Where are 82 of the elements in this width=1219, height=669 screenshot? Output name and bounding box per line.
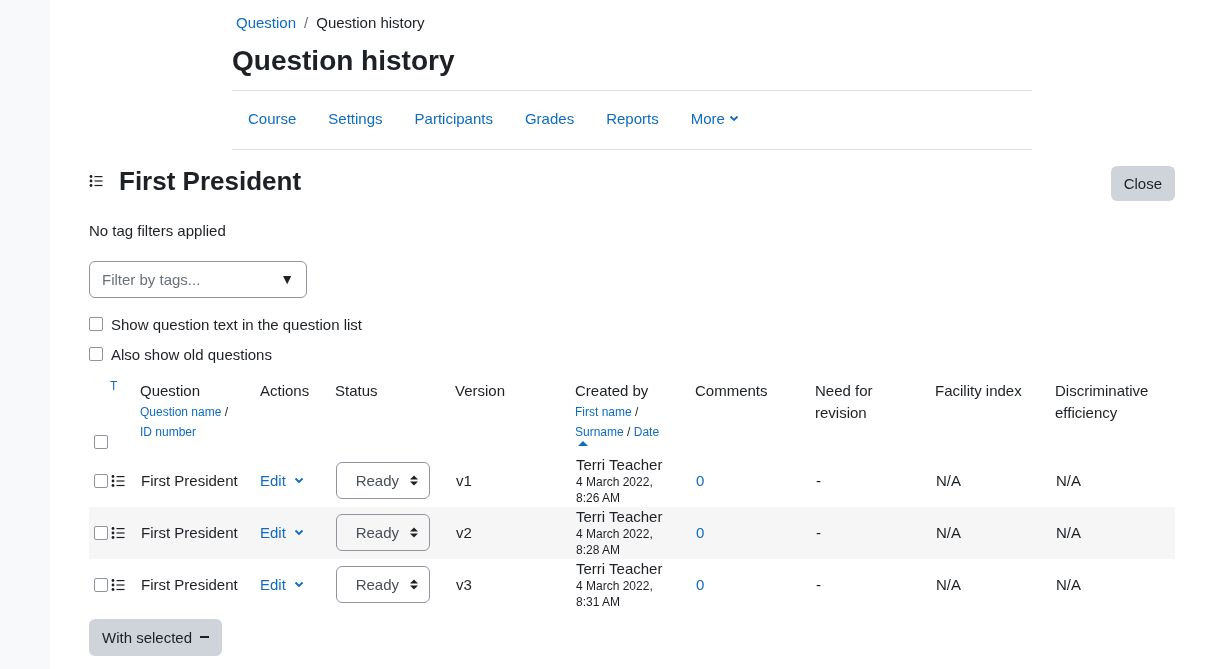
comments-link[interactable]: 0 [695, 576, 705, 594]
table-cell: N/A [1055, 472, 1081, 490]
table-cell: N/A [935, 576, 961, 594]
list-icon [111, 525, 125, 540]
edit-menu[interactable]: Edit [260, 576, 304, 594]
column-header: Question [140, 380, 202, 401]
breadcrumb-link[interactable]: Question [236, 13, 297, 31]
chevron-down-icon [293, 529, 304, 537]
table-cell: - [815, 472, 821, 490]
edit-menu[interactable]: Edit [260, 472, 304, 490]
version-number: v3 [455, 576, 472, 594]
sort-link[interactable]: ID number [140, 424, 197, 439]
table-cell: N/A [935, 472, 961, 490]
creator-name: Terri Teacher [576, 455, 664, 474]
checkbox[interactable] [89, 317, 103, 332]
nav-link[interactable]: Grades [508, 101, 591, 135]
created-date: 4 March 2022, 8:28 AM [576, 525, 654, 558]
nav-link[interactable]: Settings [312, 101, 399, 135]
with-selected-button[interactable]: With selected [89, 618, 223, 656]
checkbox[interactable] [94, 434, 108, 449]
checkbox[interactable] [94, 473, 108, 488]
column-header: Actions [260, 380, 311, 401]
checkbox-label: Also show old questions [111, 345, 272, 363]
version-number: v1 [455, 472, 472, 490]
comments-link[interactable]: 0 [695, 524, 705, 542]
created-date: 4 March 2022, 8:26 AM [576, 473, 654, 506]
column-header: Need for revision [815, 380, 874, 423]
creator-name: Terri Teacher [576, 507, 664, 526]
question-heading: First President [119, 165, 302, 197]
sort-separator: / [635, 404, 639, 419]
chevron-down-icon [293, 581, 304, 589]
column-header: Version [455, 380, 507, 401]
column-header: Facility index [935, 380, 1023, 401]
column-header: Comments [695, 380, 769, 401]
sort-link[interactable]: Surname [575, 424, 624, 439]
close-button[interactable]: Close [1110, 165, 1175, 201]
table-cell: - [815, 524, 821, 542]
sort-arrows-icon [410, 579, 418, 591]
column-header: Status [335, 380, 379, 401]
checkbox[interactable] [94, 577, 108, 592]
breadcrumb-separator: / [304, 13, 309, 31]
chevron-down-icon [293, 477, 304, 485]
checkbox-label: Show question text in the question list [111, 315, 362, 333]
table-cell: N/A [1055, 524, 1081, 542]
question-name: First President [140, 472, 238, 490]
nav-link[interactable]: Participants [398, 101, 509, 135]
table-cell: N/A [935, 524, 961, 542]
created-date: 4 March 2022, 8:31 AM [576, 577, 654, 610]
creator-name: Terri Teacher [576, 559, 664, 578]
status-select[interactable]: Ready [336, 514, 430, 552]
sort-separator: / [627, 424, 631, 439]
nav-link[interactable]: Reports [590, 101, 675, 135]
page-title: Question history [232, 44, 456, 78]
table-cell: N/A [1055, 576, 1081, 594]
checkbox[interactable] [94, 525, 108, 540]
column-header: Created by [575, 380, 650, 401]
tag-filter-status: No tag filters applied [89, 221, 227, 239]
list-icon [89, 174, 103, 189]
sort-link[interactable]: First name [575, 404, 632, 419]
column-header: Discriminative efficiency [1055, 380, 1150, 423]
sort-link[interactable]: Question name [140, 404, 222, 419]
nav-link[interactable]: Course [232, 101, 313, 135]
list-icon [111, 577, 125, 592]
status-select[interactable]: Ready [336, 462, 430, 500]
question-name: First President [140, 576, 238, 594]
tag-filter-field[interactable]: Filter by tags... ▼ [89, 260, 307, 298]
sort-arrows-icon [410, 527, 418, 539]
status-select[interactable]: Ready [336, 566, 430, 604]
sort-link[interactable]: Date [633, 424, 660, 439]
type-sort-link[interactable]: T [89, 376, 130, 393]
version-number: v2 [455, 524, 472, 542]
sort-separator: / [224, 404, 229, 419]
chevron-down-icon [728, 114, 739, 122]
sort-arrows-icon [410, 475, 418, 487]
more-menu[interactable]: More [674, 101, 755, 135]
checkbox[interactable] [89, 347, 103, 362]
table-cell: - [815, 576, 821, 594]
breadcrumb-current: Question history [316, 13, 425, 31]
list-icon [111, 473, 125, 488]
edit-menu[interactable]: Edit [260, 524, 304, 542]
comments-link[interactable]: 0 [695, 472, 705, 490]
question-name: First President [140, 524, 238, 542]
